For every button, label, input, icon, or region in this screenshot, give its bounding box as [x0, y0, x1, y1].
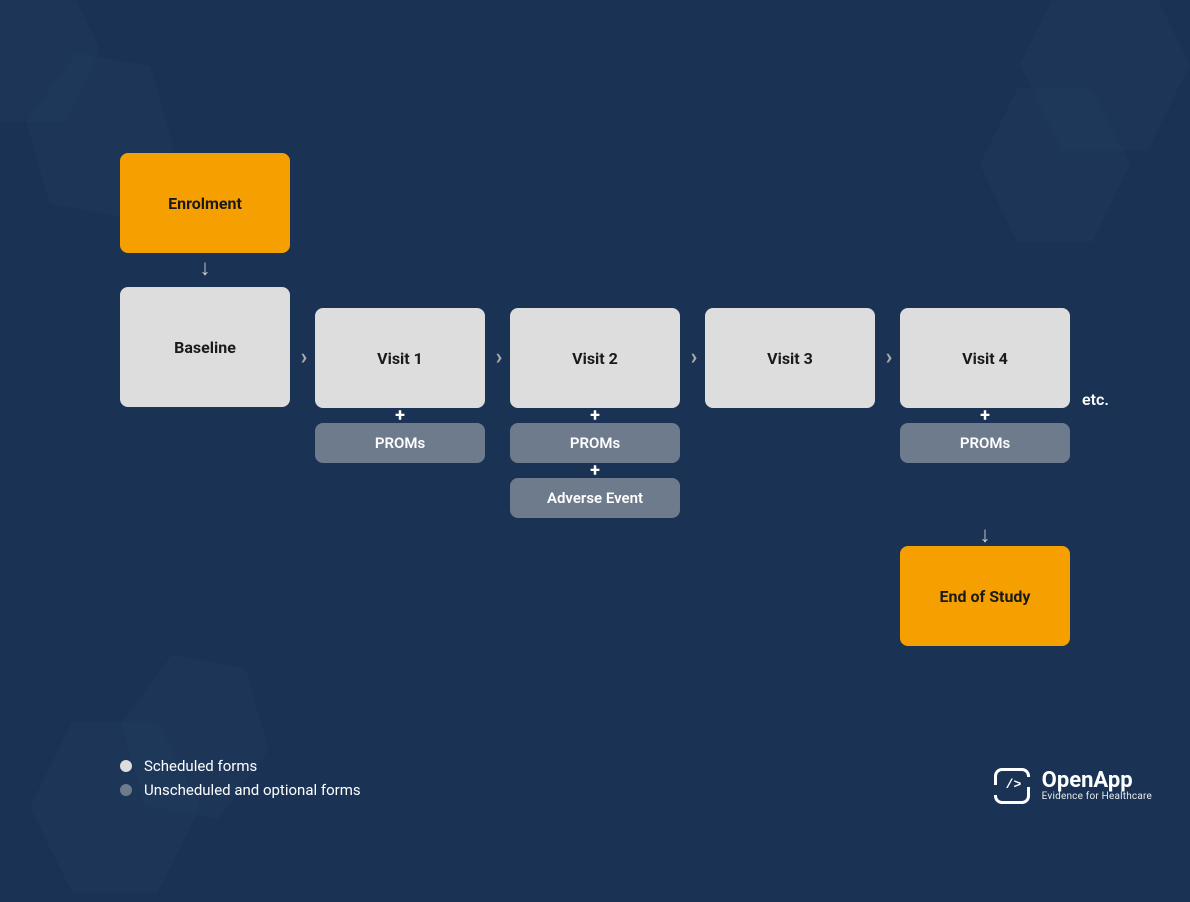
node-visit4: Visit 4 [900, 308, 1070, 408]
node-label: Visit 3 [767, 349, 813, 368]
diagram-canvas: Enrolment ↓ Baseline › Visit 1 + PROMs ›… [0, 0, 1190, 842]
legend: Scheduled forms Unscheduled and optional… [120, 754, 361, 802]
pill-label: PROMs [570, 434, 620, 452]
pill-label: PROMs [375, 434, 425, 452]
pill-proms-visit2: PROMs [510, 423, 680, 463]
node-label: Baseline [174, 338, 236, 357]
arrow-down-icon: ↓ [195, 255, 215, 281]
node-label: End of Study [940, 587, 1031, 606]
legend-dot-icon [120, 784, 132, 796]
pill-label: PROMs [960, 434, 1010, 452]
node-enrolment: Enrolment [120, 153, 290, 253]
arrow-down-icon: ↓ [975, 522, 995, 548]
node-label: Visit 4 [962, 349, 1008, 368]
chevron-right-icon: › [489, 345, 509, 370]
node-visit1: Visit 1 [315, 308, 485, 408]
legend-dot-icon [120, 760, 132, 772]
pill-adverse-event: Adverse Event [510, 478, 680, 518]
brand-text: OpenApp Evidence for Healthcare [1042, 769, 1152, 803]
chevron-right-icon: › [684, 345, 704, 370]
brand-icon: /> [994, 768, 1030, 804]
node-label: Visit 2 [572, 349, 618, 368]
chevron-right-icon: › [879, 345, 899, 370]
node-end-of-study: End of Study [900, 546, 1070, 646]
node-baseline: Baseline [120, 287, 290, 407]
brand-tagline: Evidence for Healthcare [1042, 792, 1152, 803]
brand-icon-glyph: /> [1006, 777, 1022, 792]
legend-item-scheduled: Scheduled forms [120, 754, 361, 778]
pill-proms-visit4: PROMs [900, 423, 1070, 463]
node-label: Visit 1 [377, 349, 423, 368]
brand-logo: /> OpenApp Evidence for Healthcare [994, 768, 1152, 804]
node-visit2: Visit 2 [510, 308, 680, 408]
pill-proms-visit1: PROMs [315, 423, 485, 463]
legend-label: Unscheduled and optional forms [144, 781, 361, 799]
chevron-right-icon: › [294, 345, 314, 370]
node-visit3: Visit 3 [705, 308, 875, 408]
legend-label: Scheduled forms [144, 757, 257, 775]
legend-item-unscheduled: Unscheduled and optional forms [120, 778, 361, 802]
etc-label: etc. [1082, 390, 1109, 409]
node-label: Enrolment [168, 194, 242, 213]
pill-label: Adverse Event [547, 489, 643, 507]
brand-name: OpenApp [1042, 769, 1152, 792]
